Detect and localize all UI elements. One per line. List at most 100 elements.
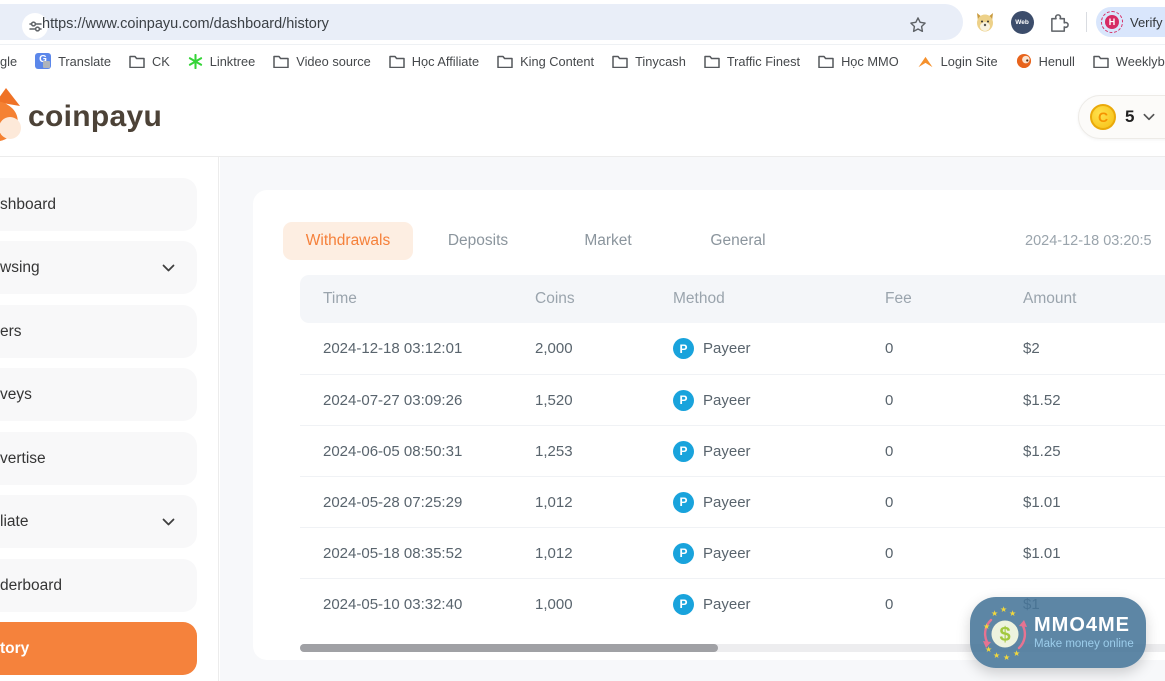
bookmark-folder-ck[interactable]: CK <box>129 54 170 69</box>
cell-coins: 2,000 <box>535 340 673 357</box>
cell-method: Payeer <box>703 340 751 357</box>
cell-method: Payeer <box>703 392 751 409</box>
payeer-icon: P <box>673 594 694 615</box>
folder-icon <box>704 55 720 68</box>
table-row: 2024-06-05 08:50:31 1,253 PPayeer 0 $1.2… <box>300 425 1165 476</box>
column-fee: Fee <box>885 290 1023 308</box>
cell-amount: $1.52 <box>1023 392 1165 409</box>
bookmark-folder-king-content[interactable]: King Content <box>497 54 594 69</box>
cell-time: 2024-05-28 07:25:29 <box>323 494 535 511</box>
column-amount: Amount <box>1023 290 1165 308</box>
table-header-row: Time Coins Method Fee Amount <box>300 275 1165 323</box>
fox-mascot-logo-icon[interactable] <box>0 88 30 153</box>
payeer-icon: P <box>673 492 694 513</box>
table-row: 2024-05-18 08:35:52 1,012 PPayeer 0 $1.0… <box>300 527 1165 578</box>
payeer-icon: P <box>673 338 694 359</box>
folder-icon <box>612 55 628 68</box>
bookmark-folder-hoc-affiliate[interactable]: Học Affiliate <box>389 54 479 69</box>
folder-icon <box>497 55 513 68</box>
extensions-puzzle-icon[interactable] <box>1047 10 1071 34</box>
bookmark-folder-weeklybonus[interactable]: Weeklybonus <box>1093 54 1165 69</box>
tab-market[interactable]: Market <box>543 222 673 260</box>
profile-h-icon: H <box>1101 11 1123 33</box>
cell-time: 2024-07-27 03:09:26 <box>323 392 535 409</box>
folder-icon <box>1093 55 1109 68</box>
coin-icon: C <box>1090 104 1116 130</box>
bookmark-folder-video-source[interactable]: Video source <box>273 54 370 69</box>
tab-withdrawals[interactable]: Withdrawals <box>283 222 413 260</box>
verify-label: Verify <box>1130 15 1163 30</box>
bookmark-item-henull[interactable]: Henull <box>1016 53 1075 69</box>
table-row: 2024-07-27 03:09:26 1,520 PPayeer 0 $1.5… <box>300 374 1165 425</box>
chevron-down-icon <box>162 518 175 526</box>
web-extension-icon[interactable]: Web <box>1010 10 1034 34</box>
sidebar-item-advertise[interactable]: vertise <box>0 432 197 485</box>
sidebar-item-browsing[interactable]: wsing <box>0 241 197 294</box>
sidebar-item-dashboard[interactable]: shboard <box>0 178 197 231</box>
sidebar-item-offers[interactable]: ers <box>0 305 197 358</box>
cell-method: Payeer <box>703 443 751 460</box>
cell-fee: 0 <box>885 545 1023 562</box>
cell-fee: 0 <box>885 494 1023 511</box>
bookmark-star-icon[interactable] <box>908 15 930 37</box>
chevron-down-icon <box>1143 113 1155 121</box>
cell-time: 2024-05-18 08:35:52 <box>323 545 535 562</box>
sidebar-item-surveys[interactable]: veys <box>0 368 197 421</box>
sidebar-item-leaderboard[interactable]: derboard <box>0 559 197 612</box>
cell-fee: 0 <box>885 340 1023 357</box>
web-badge-text: Web <box>1015 19 1029 26</box>
sidebar-nav: shboard wsing ers veys vertise liate der… <box>0 157 219 681</box>
tune-icon <box>28 19 43 34</box>
cell-time: 2024-06-05 08:50:31 <box>323 443 535 460</box>
svg-text:★: ★ <box>993 651 1000 660</box>
fox-extension-icon[interactable] <box>973 10 997 34</box>
coin-balance-dropdown[interactable]: C 5 <box>1078 95 1165 139</box>
folder-icon <box>389 55 405 68</box>
folder-icon <box>273 55 289 68</box>
mmo4me-watermark: $ ★★★ ★★★ ★★ MMO4ME Make money online <box>970 597 1146 668</box>
svg-text:★: ★ <box>1009 609 1016 618</box>
payeer-icon: P <box>673 543 694 564</box>
bookmark-item-login-site[interactable]: Login Site <box>917 54 998 69</box>
bookmarks-bar: gle G Translate CK Linktree Video source… <box>0 45 1165 77</box>
cell-coins: 1,012 <box>535 494 673 511</box>
cell-method: Payeer <box>703 596 751 613</box>
scrollbar-thumb[interactable] <box>300 644 718 652</box>
withdrawals-table: Time Coins Method Fee Amount 2024-12-18 … <box>300 275 1165 629</box>
watermark-title: MMO4ME <box>1034 615 1134 636</box>
tab-deposits[interactable]: Deposits <box>413 222 543 260</box>
chevron-down-icon <box>162 264 175 272</box>
cell-method: Payeer <box>703 545 751 562</box>
column-time: Time <box>323 290 535 308</box>
cell-amount: $1.25 <box>1023 443 1165 460</box>
profile-verify-chip[interactable]: H Verify <box>1096 7 1165 37</box>
bookmark-item-linktree[interactable]: Linktree <box>188 54 256 69</box>
cell-amount: $1.01 <box>1023 494 1165 511</box>
bookmark-folder-traffic-finest[interactable]: Traffic Finest <box>704 54 800 69</box>
browser-window: https://www.coinpayu.com/dashboard/histo… <box>0 0 1165 681</box>
brand-wordmark[interactable]: coinpayu <box>28 100 162 134</box>
cell-coins: 1,253 <box>535 443 673 460</box>
current-timestamp: 2024-12-18 03:20:5 <box>1025 233 1152 249</box>
url-text[interactable]: https://www.coinpayu.com/dashboard/histo… <box>42 16 329 32</box>
watermark-subtitle: Make money online <box>1034 638 1134 650</box>
tab-general[interactable]: General <box>673 222 803 260</box>
sidebar-item-history[interactable]: tory <box>0 622 197 675</box>
bookmark-item-translate[interactable]: G Translate <box>35 53 111 69</box>
browser-toolbar: https://www.coinpayu.com/dashboard/histo… <box>0 0 1165 45</box>
orange-swirl-icon <box>1016 53 1032 69</box>
address-bar[interactable]: https://www.coinpayu.com/dashboard/histo… <box>0 4 963 40</box>
cell-coins: 1,000 <box>535 596 673 613</box>
cell-fee: 0 <box>885 392 1023 409</box>
sidebar-item-affiliate[interactable]: liate <box>0 495 197 548</box>
bookmark-folder-tinycash[interactable]: Tinycash <box>612 54 686 69</box>
svg-text:★: ★ <box>1013 649 1020 658</box>
cell-time: 2024-12-18 03:12:01 <box>323 340 535 357</box>
coin-balance-value: 5 <box>1125 107 1134 127</box>
payeer-icon: P <box>673 441 694 462</box>
orange-arrow-icon <box>917 55 934 68</box>
bookmark-item-google-truncated[interactable]: gle <box>0 54 17 69</box>
history-card: Withdrawals Deposits Market General 2024… <box>253 190 1165 660</box>
bookmark-folder-hoc-mmo[interactable]: Học MMO <box>818 54 899 69</box>
table-row: 2024-05-28 07:25:29 1,012 PPayeer 0 $1.0… <box>300 476 1165 527</box>
